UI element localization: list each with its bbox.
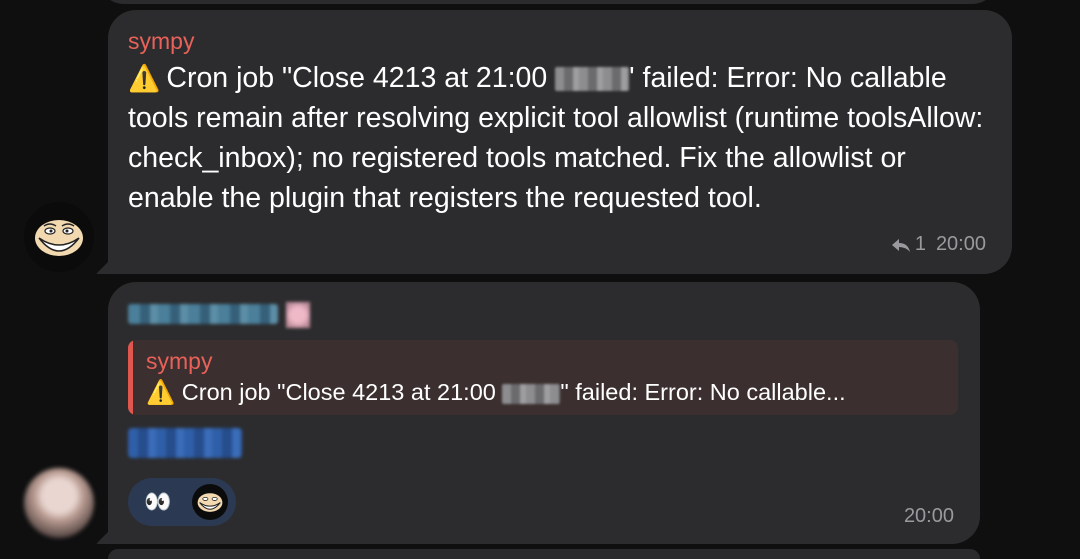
warning-icon: ⚠️ [146, 379, 176, 405]
sender-emoji-blurred [286, 302, 310, 328]
sender-avatar-blurred[interactable] [24, 468, 94, 538]
eyes-icon: 👀 [144, 489, 171, 514]
message-bubble[interactable]: sympy ⚠️ Cron job "Close 4213 at 21:00 "… [96, 282, 980, 544]
message-text: ⚠️ Cron job "Close 4213 at 21:00 ' failed… [128, 58, 998, 218]
message-time: 20:00 [903, 505, 954, 527]
message-bubble[interactable]: sympy ⚠️ Cron job "Close 4213 at 21:00 ' … [96, 10, 1012, 274]
message-meta: 1 20:00 [891, 233, 986, 256]
reply-count[interactable]: 1 [915, 233, 926, 256]
trollface-icon [197, 493, 223, 512]
quote-text-part2: " failed: Error: No callable... [560, 379, 846, 405]
reaction-chip[interactable]: 👀 [128, 478, 236, 526]
trollface-icon [35, 220, 83, 256]
message-text-part1: Cron job "Close 4213 at 21:00 [166, 62, 548, 94]
message-time: 20:00 [935, 233, 986, 255]
sender-name[interactable]: sympy [128, 28, 194, 55]
redacted-blur [502, 383, 561, 404]
quote-sender: sympy [146, 348, 213, 374]
quote-bar [128, 340, 133, 415]
warning-icon: ⚠️ [128, 63, 161, 93]
next-message-bubble [108, 549, 980, 559]
quote-text: ⚠️ Cron job "Close 4213 at 21:00 " faile… [146, 376, 846, 408]
sender-name-blurred[interactable] [128, 304, 278, 324]
redacted-blur [555, 67, 630, 92]
mention-link-blurred[interactable] [128, 428, 242, 458]
bubble-tail [96, 522, 118, 544]
quote-text-part1: Cron job "Close 4213 at 21:00 [181, 379, 496, 405]
bubble-tail [96, 252, 118, 274]
reactor-avatar [192, 484, 228, 520]
reply-icon[interactable] [891, 237, 911, 253]
sender-avatar[interactable] [24, 202, 94, 272]
reply-quote[interactable]: sympy ⚠️ Cron job "Close 4213 at 21:00 "… [128, 340, 958, 415]
previous-message-bubble [98, 0, 998, 4]
